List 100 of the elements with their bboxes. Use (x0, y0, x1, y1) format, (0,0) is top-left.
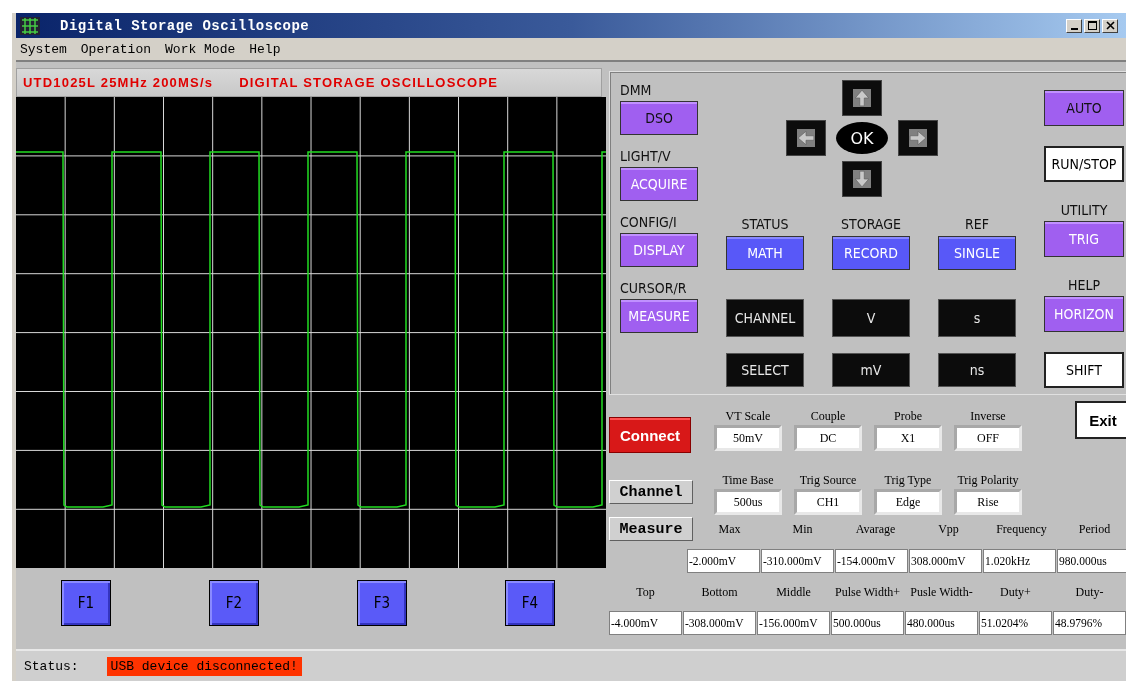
measure-value: -4.000mV (609, 611, 682, 635)
field-label: Trig Source (798, 474, 858, 489)
measure-value: 500.000us (831, 611, 904, 635)
measure-label: Max (717, 522, 742, 536)
panel-key[interactable]: RUN/STOP (1044, 146, 1124, 182)
soft-key[interactable]: F4 (505, 580, 555, 626)
panel-key[interactable]: CHANNEL (726, 299, 804, 337)
value-field[interactable]: Rise (954, 489, 1022, 515)
field-label: Couple (809, 410, 847, 425)
panel-key[interactable]: HORIZON (1044, 296, 1124, 332)
measure-label: Bottom (700, 585, 739, 599)
measure-value: 308.000mV (909, 549, 982, 573)
menu-item[interactable]: Help (249, 41, 281, 57)
model-label: UTD1025L 25MHz 200MS/s (23, 75, 214, 90)
right-arrow-button[interactable] (898, 120, 938, 156)
measure-label: Pusle Width- (909, 585, 974, 599)
maximize-button[interactable] (1084, 18, 1100, 33)
status-label: Status: (24, 658, 79, 674)
field-label: Probe (893, 410, 923, 425)
panel-key[interactable]: ns (938, 353, 1016, 387)
measure-label: Duty+ (999, 585, 1032, 599)
minimize-button[interactable] (1066, 18, 1082, 33)
panel-key[interactable]: TRIG (1044, 221, 1124, 257)
measure-value: 480.000us (905, 611, 978, 635)
connect-button[interactable]: Connect (609, 417, 691, 453)
measure-label: Top (635, 585, 656, 599)
menu-item[interactable]: System (20, 41, 67, 57)
measure-label: Min (791, 522, 814, 536)
key-label: UTILITY (1060, 202, 1108, 218)
panel-key[interactable]: mV (832, 353, 910, 387)
measure-value: 51.0204% (979, 611, 1052, 635)
panel-key[interactable]: MATH (726, 236, 804, 270)
measure-value: -2.000mV (687, 549, 760, 573)
measure-label: Frequency (995, 522, 1048, 536)
channel-button[interactable]: Channel (609, 480, 693, 504)
key-label: HELP (1067, 277, 1100, 293)
measure-label: Pulse Width+ (833, 585, 902, 599)
status-message: USB device disconnected! (106, 656, 302, 676)
measure-value: -154.000mV (835, 549, 908, 573)
measure-button[interactable]: Measure (609, 517, 693, 541)
measure-label: Avarage (854, 522, 897, 536)
value-field[interactable]: 50mV (714, 425, 782, 451)
value-field[interactable]: 500us (714, 489, 782, 515)
left-arrow-icon (797, 129, 815, 147)
up-arrow-icon (853, 89, 871, 107)
key-label: LIGHT/V (620, 148, 672, 164)
key-label: CURSOR/R (620, 280, 688, 296)
measure-label: Vpp (937, 522, 960, 536)
panel-key[interactable]: DSO (620, 101, 698, 135)
soft-key[interactable]: F1 (61, 580, 111, 626)
measure-label: Middle (775, 585, 812, 599)
measure-value: 1.020kHz (983, 549, 1056, 573)
exit-button[interactable]: Exit (1075, 401, 1126, 439)
up-arrow-button[interactable] (842, 80, 882, 116)
measure-value: 48.9796% (1053, 611, 1126, 635)
soft-key[interactable]: F3 (357, 580, 407, 626)
panel-key[interactable]: s (938, 299, 1016, 337)
measure-value: -310.000mV (761, 549, 834, 573)
panel-key[interactable]: SINGLE (938, 236, 1016, 270)
close-icon (1105, 21, 1115, 30)
panel-key[interactable]: AUTO (1044, 90, 1124, 126)
right-arrow-icon (909, 129, 927, 147)
measure-label: Period (1077, 522, 1112, 536)
close-button[interactable] (1102, 18, 1118, 33)
measure-label: Duty- (1074, 585, 1105, 599)
down-arrow-icon (853, 170, 871, 188)
panel-key[interactable]: SHIFT (1044, 352, 1124, 388)
value-field[interactable]: OFF (954, 425, 1022, 451)
left-arrow-button[interactable] (786, 120, 826, 156)
key-label: DMM (620, 82, 653, 98)
banner-title: DIGITAL STORAGE OSCILLOSCOPE (239, 75, 499, 90)
key-label: STATUS (741, 216, 789, 232)
panel-key[interactable]: SELECT (726, 353, 804, 387)
field-label: Time Base (721, 474, 775, 489)
app-icon (20, 16, 40, 35)
key-label: STORAGE (841, 216, 901, 232)
panel-key[interactable]: V (832, 299, 910, 337)
soft-key[interactable]: F2 (209, 580, 259, 626)
key-label: CONFIG/I (620, 214, 678, 230)
panel-key[interactable]: DISPLAY (620, 233, 698, 267)
measure-value: -308.000mV (683, 611, 756, 635)
panel-key[interactable]: MEASURE (620, 299, 698, 333)
window-title: Digital Storage Oscilloscope (60, 17, 310, 34)
menu-item[interactable]: Work Mode (165, 41, 236, 57)
down-arrow-button[interactable] (842, 161, 882, 197)
value-field[interactable]: X1 (874, 425, 942, 451)
field-label: Trig Type (883, 474, 933, 489)
panel-key[interactable]: RECORD (832, 236, 910, 270)
measure-value: -156.000mV (757, 611, 830, 635)
panel-key[interactable]: ACQUIRE (620, 167, 698, 201)
key-label: REF (965, 216, 989, 232)
value-field[interactable]: Edge (874, 489, 942, 515)
value-field[interactable]: CH1 (794, 489, 862, 515)
measure-value: 980.000us (1057, 549, 1126, 573)
field-label: VT Scale (724, 410, 772, 425)
maximize-icon (1087, 21, 1097, 30)
value-field[interactable]: DC (794, 425, 862, 451)
menu-item[interactable]: Operation (80, 41, 152, 57)
field-label: Inverse (969, 410, 1007, 425)
ok-button[interactable]: OK (836, 122, 888, 154)
